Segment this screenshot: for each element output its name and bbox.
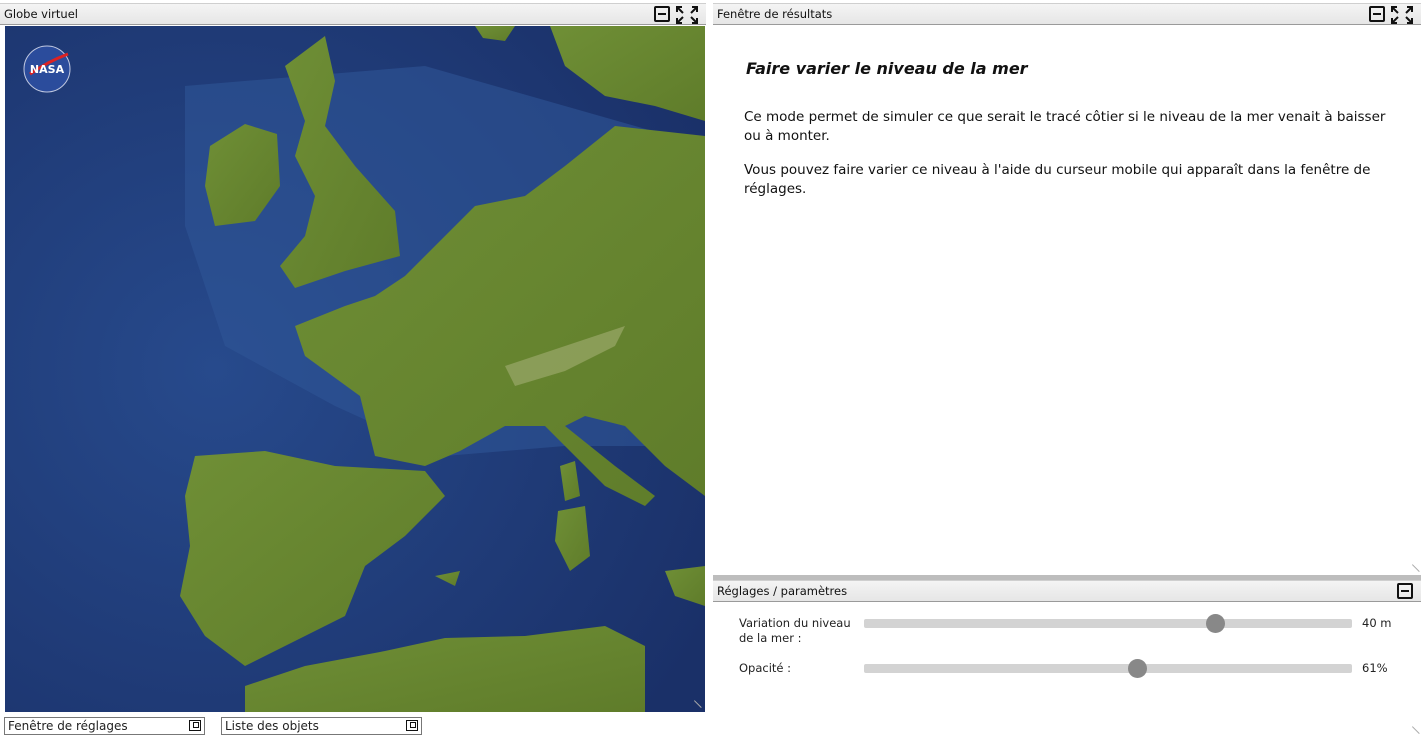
opacity-value: 61% bbox=[1362, 661, 1388, 675]
results-paragraph-1: Ce mode permet de simuler ce que serait … bbox=[744, 109, 1386, 144]
minimized-settings-window[interactable]: Fenêtre de réglages bbox=[4, 717, 205, 735]
europe-map bbox=[5, 26, 705, 712]
results-panel-title: Fenêtre de résultats bbox=[717, 7, 833, 21]
minimized-objects-list[interactable]: Liste des objets bbox=[221, 717, 422, 735]
settings-panel-header: Réglages / paramètres bbox=[713, 580, 1421, 602]
globe-resize-grip[interactable] bbox=[693, 700, 701, 708]
opacity-slider-thumb[interactable] bbox=[1128, 659, 1148, 678]
opacity-label: Opacité : bbox=[739, 661, 792, 675]
sea-level-slider[interactable] bbox=[864, 614, 1352, 633]
maximize-icon[interactable] bbox=[676, 6, 698, 24]
globe-panel-header: Globe virtuel bbox=[0, 3, 706, 25]
minimized-settings-label: Fenêtre de réglages bbox=[8, 719, 128, 733]
restore-icon[interactable] bbox=[189, 720, 201, 731]
settings-content: Variation du niveau de la mer : 40 m Opa… bbox=[714, 604, 1421, 736]
sea-level-slider-thumb[interactable] bbox=[1206, 614, 1226, 633]
minimize-icon[interactable] bbox=[1397, 583, 1413, 599]
minimized-objects-label: Liste des objets bbox=[225, 719, 319, 733]
minimize-icon[interactable] bbox=[1369, 6, 1385, 22]
nasa-logo-text: NASA bbox=[30, 63, 65, 76]
restore-icon[interactable] bbox=[406, 720, 418, 731]
results-content: Faire varier le niveau de la mer Ce mode… bbox=[714, 26, 1421, 574]
results-panel-header: Fenêtre de résultats bbox=[713, 3, 1421, 25]
globe-panel-title: Globe virtuel bbox=[4, 7, 78, 21]
settings-resize-grip[interactable] bbox=[1411, 726, 1419, 734]
nasa-logo: NASA bbox=[23, 45, 71, 93]
results-heading: Faire varier le niveau de la mer bbox=[746, 59, 1028, 78]
settings-panel-title: Réglages / paramètres bbox=[717, 584, 848, 598]
maximize-icon[interactable] bbox=[1391, 6, 1413, 24]
sea-level-label: Variation du niveau de la mer : bbox=[739, 616, 851, 645]
globe-map-view[interactable]: NASA bbox=[5, 26, 705, 712]
minimize-icon[interactable] bbox=[654, 6, 670, 22]
sea-level-value: 40 m bbox=[1362, 616, 1392, 630]
opacity-slider[interactable] bbox=[864, 659, 1352, 678]
results-resize-grip[interactable] bbox=[1411, 564, 1419, 572]
results-paragraph-2: Vous pouvez faire varier ce niveau à l'a… bbox=[744, 162, 1371, 197]
